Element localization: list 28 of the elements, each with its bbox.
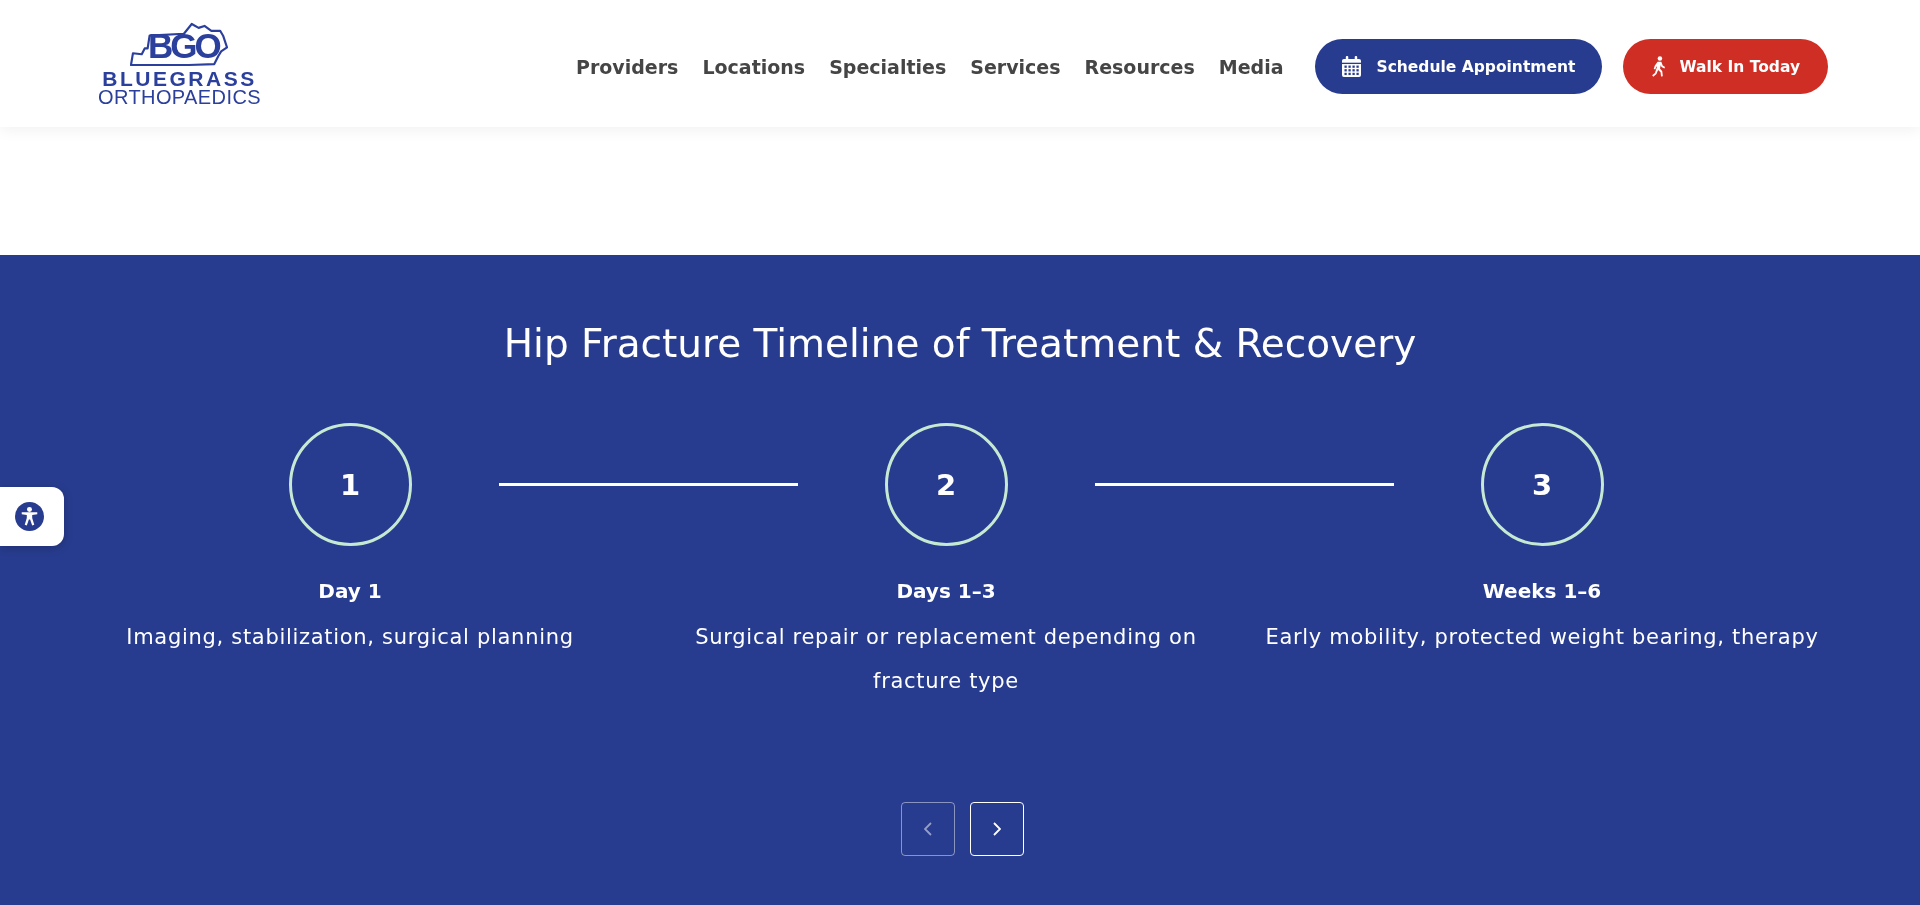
logo-mark: BGO: [130, 22, 228, 67]
walk-in-button[interactable]: Walk In Today: [1623, 39, 1828, 94]
step-description: Surgical repair or replacement depending on fracture type: [694, 624, 1198, 695]
step-description: Early mobility, protected weight bearing, therapy: [1265, 624, 1819, 651]
chevron-left-icon: [924, 822, 932, 836]
step-number: 1: [288, 423, 412, 546]
next-button[interactable]: [970, 802, 1024, 856]
nav-link[interactable]: Locations: [702, 55, 806, 78]
step-number: 2: [884, 423, 1008, 546]
section-title: Hip Fracture Timeline of Treatment & Recovery: [502, 323, 1418, 365]
logo-name: BLUEGRASS: [102, 69, 257, 88]
step-heading: Weeks 1–6: [1482, 578, 1602, 605]
calendar-icon: [1342, 56, 1362, 77]
step-description: Imaging, stabilization, surgical planning: [126, 624, 574, 651]
nav-link[interactable]: Media: [1218, 55, 1284, 78]
accessibility-button[interactable]: [0, 487, 64, 546]
logo-tagline: ORTHOPAEDICS: [98, 88, 261, 107]
nav-link[interactable]: Providers: [575, 55, 679, 78]
accessibility-icon: [14, 502, 44, 531]
nav-link[interactable]: Specialties: [829, 55, 947, 78]
chevron-right-icon: [993, 822, 1001, 836]
schedule-appointment-button[interactable]: Schedule Appointment: [1315, 39, 1603, 94]
step-number: 3: [1480, 423, 1604, 546]
step-heading: Days 1–3: [896, 578, 996, 605]
nav-link[interactable]: Services: [970, 55, 1061, 78]
nav-link[interactable]: Resources: [1084, 55, 1195, 78]
walking-person-icon: [1651, 56, 1667, 77]
step-heading: Day 1: [318, 578, 382, 605]
